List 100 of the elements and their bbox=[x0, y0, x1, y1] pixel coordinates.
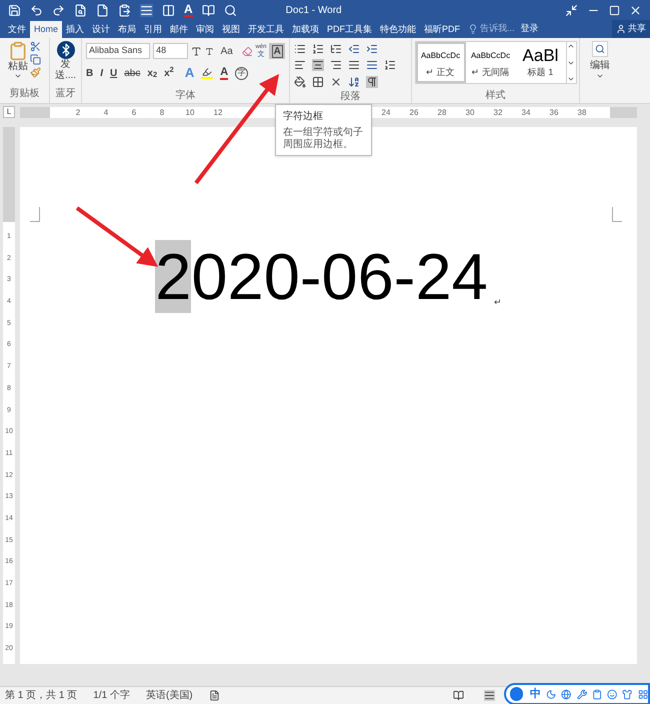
word-count[interactable]: 1/1 个字 bbox=[93, 688, 130, 703]
page-count[interactable]: 第 1 页，共 1 页 bbox=[5, 688, 78, 703]
ribbon-tab[interactable]: 福昕PDF bbox=[420, 21, 464, 38]
enclose-characters-button[interactable]: 字 bbox=[235, 66, 248, 80]
shading-icon[interactable] bbox=[294, 76, 306, 88]
line-spacing-icon[interactable] bbox=[384, 59, 396, 72]
highlighter-icon[interactable] bbox=[201, 67, 214, 79]
group-label: 段落 bbox=[340, 91, 360, 104]
tab-selector[interactable]: L bbox=[3, 106, 15, 118]
ribbon-tab[interactable]: 引用 bbox=[140, 21, 166, 38]
copy-icon[interactable] bbox=[30, 54, 41, 65]
shirt-icon[interactable] bbox=[622, 688, 633, 700]
show-marks-icon[interactable] bbox=[366, 76, 378, 88]
grid-icon[interactable] bbox=[638, 688, 648, 700]
character-border-button[interactable]: A bbox=[269, 43, 285, 59]
punctuation-icon[interactable] bbox=[561, 688, 572, 700]
ribbon-tab[interactable]: PDF工具集 bbox=[323, 21, 376, 38]
multilevel-list-icon[interactable] bbox=[330, 42, 342, 55]
ribbon-tab[interactable]: 特色功能 bbox=[376, 21, 420, 38]
caret-icon bbox=[596, 72, 604, 80]
scroll-up-icon[interactable] bbox=[567, 42, 575, 50]
page-icon[interactable] bbox=[140, 4, 153, 16]
paragraph-mark: ↵ bbox=[494, 296, 502, 308]
font-name-field[interactable]: Alibaba Sans bbox=[86, 43, 150, 59]
caret-icon bbox=[14, 72, 22, 80]
ribbon-tab[interactable]: 视图 bbox=[218, 21, 244, 38]
ribbon-tab[interactable]: 加载项 bbox=[288, 21, 324, 38]
style-gallery-item[interactable]: AaBbCcDc ↵ 无间隔 bbox=[466, 42, 516, 83]
clipboard-icon[interactable] bbox=[592, 688, 602, 700]
maximize-icon[interactable] bbox=[609, 4, 620, 16]
style-gallery-item[interactable]: AaBbCcDc ↵ 正文 bbox=[416, 42, 466, 83]
italic-button[interactable]: I bbox=[100, 66, 104, 80]
bluetooth-send-button[interactable]: 发送.... bbox=[52, 41, 80, 87]
font-size-field[interactable]: 48 bbox=[153, 43, 188, 59]
distributed-icon[interactable] bbox=[366, 59, 378, 72]
underline-button[interactable]: U bbox=[110, 66, 118, 80]
layout-icon[interactable] bbox=[162, 4, 175, 16]
borders-icon[interactable] bbox=[312, 76, 324, 88]
script-button[interactable]: x$_{2}$ bbox=[147, 66, 158, 80]
paste-icon[interactable] bbox=[118, 4, 131, 16]
print-layout-icon[interactable] bbox=[484, 690, 495, 701]
format-painter-icon[interactable] bbox=[30, 67, 41, 78]
ribbon-tab[interactable]: 邮件 bbox=[166, 21, 192, 38]
ribbon-tab[interactable]: 审阅 bbox=[192, 21, 218, 38]
macro-icon[interactable] bbox=[208, 690, 220, 701]
numbering-icon[interactable] bbox=[312, 42, 324, 55]
grow-font-icon[interactable] bbox=[191, 46, 202, 56]
increase-indent-icon[interactable] bbox=[366, 42, 378, 55]
more-styles-icon[interactable] bbox=[567, 75, 575, 83]
align-center-icon[interactable] bbox=[312, 59, 324, 72]
ime-mode-button[interactable]: 中 bbox=[530, 686, 542, 702]
font-color-button[interactable]: A bbox=[184, 3, 193, 17]
align-left-icon[interactable] bbox=[294, 59, 306, 72]
align-right-icon[interactable] bbox=[330, 59, 342, 72]
decrease-indent-icon[interactable] bbox=[348, 42, 360, 55]
tooltip-body: 在一组字符或句子周围应用边框。 bbox=[283, 127, 364, 151]
paste-button[interactable]: 粘贴 bbox=[8, 41, 28, 87]
group-label: 蓝牙 bbox=[56, 87, 76, 101]
shrink-font-icon[interactable] bbox=[204, 46, 214, 56]
asian-layout-icon[interactable] bbox=[330, 76, 342, 88]
strikethrough-button[interactable]: abc bbox=[124, 66, 140, 80]
sort-icon[interactable] bbox=[348, 76, 360, 88]
read-mode-icon[interactable] bbox=[453, 690, 464, 701]
language-status[interactable]: 英语(美国) bbox=[146, 688, 193, 703]
ime-logo-icon[interactable] bbox=[508, 685, 526, 703]
share-button[interactable]: 共享 bbox=[612, 20, 650, 38]
save-icon[interactable] bbox=[8, 4, 21, 16]
print-preview-icon[interactable] bbox=[74, 4, 87, 16]
redo-icon[interactable] bbox=[52, 4, 65, 16]
wrench-icon[interactable] bbox=[576, 688, 587, 700]
reading-icon[interactable] bbox=[202, 4, 215, 16]
ribbon-tab[interactable]: 设计 bbox=[88, 21, 114, 38]
ribbon-tab[interactable]: 插入 bbox=[62, 21, 88, 38]
window-title: Doc1 - Word bbox=[286, 4, 343, 18]
tell-me-field[interactable]: 告诉我... bbox=[480, 22, 515, 35]
close-icon[interactable] bbox=[629, 4, 642, 16]
search-icon bbox=[592, 41, 608, 57]
ribbon-tab[interactable]: 开发工具 bbox=[244, 21, 288, 38]
script-button[interactable]: x$^{2}$ bbox=[164, 66, 174, 80]
person-icon bbox=[616, 24, 626, 34]
clear-formatting-icon[interactable] bbox=[242, 46, 252, 56]
login-link[interactable]: 登录 bbox=[520, 22, 539, 35]
smiley-icon[interactable] bbox=[607, 688, 618, 700]
style-gallery-item[interactable]: AaBl 标题 1 bbox=[516, 42, 566, 83]
moon-icon[interactable] bbox=[546, 688, 556, 700]
cut-icon[interactable] bbox=[30, 41, 41, 52]
group-label: 样式 bbox=[486, 89, 506, 103]
undo-icon[interactable] bbox=[30, 4, 43, 16]
search-icon[interactable] bbox=[224, 4, 237, 16]
bold-button[interactable]: B bbox=[86, 66, 94, 80]
editing-button[interactable]: 编辑 bbox=[590, 41, 610, 80]
change-case-button[interactable]: Aa bbox=[220, 44, 233, 58]
font-color-button[interactable]: A bbox=[220, 66, 228, 80]
ribbon-tab[interactable]: Home bbox=[30, 21, 62, 38]
group-label: 字体 bbox=[176, 89, 196, 103]
ribbon-tab[interactable]: 布局 bbox=[114, 21, 140, 38]
ribbon-tab[interactable]: 文件 bbox=[4, 21, 30, 38]
new-document-icon[interactable] bbox=[96, 4, 109, 16]
ribbon-display-icon[interactable] bbox=[565, 4, 578, 16]
justify-icon[interactable] bbox=[348, 59, 360, 72]
